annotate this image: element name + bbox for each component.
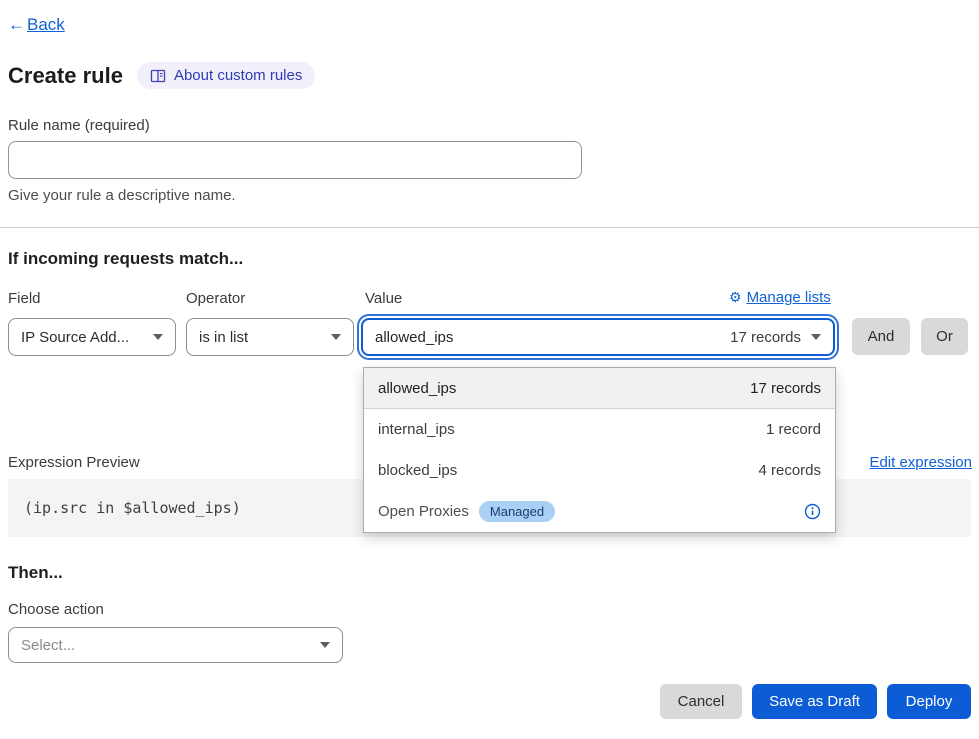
chevron-down-icon [331,334,341,340]
chevron-down-icon [153,334,163,340]
section-divider [0,227,979,228]
managed-badge: Managed [479,501,555,522]
list-dropdown-panel: allowed_ips 17 records internal_ips 1 re… [363,367,836,533]
list-item-blocked-ips[interactable]: blocked_ips 4 records [364,450,835,491]
list-item-name: internal_ips [378,421,455,438]
info-icon[interactable] [804,503,821,520]
list-item-allowed-ips[interactable]: allowed_ips 17 records [364,368,835,409]
list-item-records: 17 records [750,380,821,397]
rule-name-input[interactable] [8,141,582,179]
about-custom-rules-link[interactable]: About custom rules [137,62,315,89]
manage-lists-link[interactable]: ⚙ Manage lists [729,289,831,306]
manage-lists-label: Manage lists [747,289,831,306]
back-link-label: Back [27,15,65,35]
choose-action-label: Choose action [8,601,104,618]
match-section-heading: If incoming requests match... [8,249,243,269]
list-item-records: 4 records [758,462,821,479]
save-as-draft-button[interactable]: Save as Draft [752,684,877,719]
expression-code: (ip.src in $allowed_ips) [24,499,241,517]
book-icon [150,68,166,84]
operator-label: Operator [186,290,245,307]
list-item-open-proxies[interactable]: Open Proxies Managed [364,491,835,532]
action-select[interactable]: Select... [8,627,343,663]
and-button[interactable]: And [852,318,910,355]
chevron-down-icon[interactable] [811,334,821,340]
edit-expression-label: Edit expression [869,454,972,471]
operator-select-value: is in list [199,329,248,346]
about-custom-rules-label: About custom rules [174,67,302,84]
title-row: Create rule About custom rules [8,62,315,89]
page-title: Create rule [8,63,123,89]
edit-expression-link[interactable]: Edit expression [869,454,972,471]
deploy-button[interactable]: Deploy [887,684,971,719]
field-label: Field [8,290,41,307]
chevron-down-icon [320,642,330,648]
cancel-button[interactable]: Cancel [660,684,742,719]
field-select-value: IP Source Add... [21,329,129,346]
value-records-count: 17 records [730,329,801,346]
list-item-name: Open Proxies [378,503,469,520]
value-input[interactable] [375,329,720,346]
list-item-name: allowed_ips [378,380,456,397]
gear-icon: ⚙ [729,289,742,306]
list-item-internal-ips[interactable]: internal_ips 1 record [364,409,835,450]
operator-select[interactable]: is in list [186,318,354,356]
back-link[interactable]: ←Back [8,15,65,35]
field-select[interactable]: IP Source Add... [8,318,176,356]
rule-name-label: Rule name (required) [8,117,150,134]
list-item-name: blocked_ips [378,462,457,479]
list-item-records: 1 record [766,421,821,438]
action-select-placeholder: Select... [21,637,75,654]
expression-preview-label: Expression Preview [8,454,140,471]
or-button[interactable]: Or [921,318,968,355]
rule-name-help-text: Give your rule a descriptive name. [8,187,236,204]
then-section-heading: Then... [8,563,63,583]
value-combobox[interactable]: 17 records [361,318,835,356]
value-label: Value [365,290,402,307]
back-arrow-icon: ← [8,15,25,35]
